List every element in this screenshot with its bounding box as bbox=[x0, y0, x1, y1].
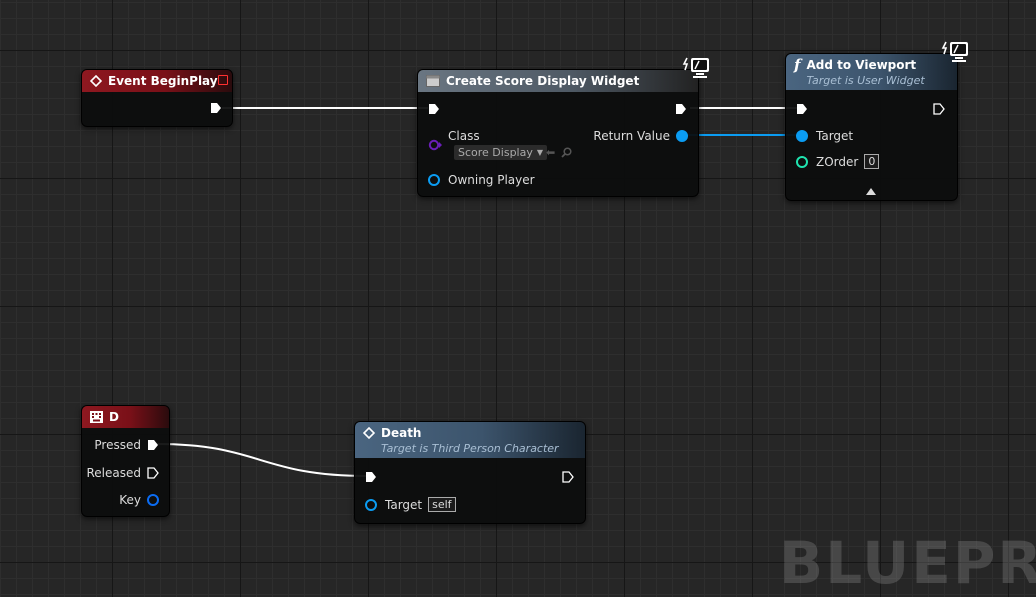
class-label: Class bbox=[448, 129, 480, 143]
owning-player-pin[interactable] bbox=[428, 174, 440, 186]
event-beginplay-title: Event BeginPlay bbox=[108, 74, 218, 88]
exec-in-pin[interactable] bbox=[365, 471, 377, 483]
class-pin-icon[interactable] bbox=[428, 139, 442, 151]
exec-wire-pressed-death[interactable] bbox=[156, 443, 368, 477]
chevron-down-icon: ▼ bbox=[536, 148, 544, 157]
beginplay-exec-out[interactable] bbox=[210, 102, 222, 114]
exec-out-pin[interactable] bbox=[675, 103, 687, 115]
event-diamond-icon bbox=[363, 427, 375, 439]
search-icon[interactable] bbox=[561, 147, 572, 158]
browse-arrow-icon[interactable]: ⬅ bbox=[546, 146, 555, 159]
target-label: Target bbox=[816, 129, 854, 143]
owning-player-label: Owning Player bbox=[448, 173, 535, 187]
blueprint-watermark: BLUEPRIN bbox=[779, 529, 1036, 597]
pressed-pin-row[interactable]: Pressed bbox=[94, 438, 159, 452]
zorder-label: ZOrder bbox=[816, 154, 859, 169]
class-value: Score Display bbox=[458, 146, 533, 159]
death-target-pin[interactable] bbox=[365, 498, 377, 511]
screen-icon bbox=[941, 41, 968, 62]
exec-out-pin[interactable] bbox=[210, 102, 222, 114]
zorder-pin[interactable] bbox=[796, 155, 808, 168]
class-dropdown[interactable]: Score Display ▼ bbox=[454, 145, 548, 160]
death-target-value[interactable]: self bbox=[428, 497, 456, 512]
advanced-arrow-icon[interactable] bbox=[866, 187, 876, 195]
exec-in-pin[interactable] bbox=[428, 103, 440, 115]
key-pin[interactable] bbox=[147, 494, 159, 506]
released-pin-row[interactable]: Released bbox=[86, 466, 159, 480]
released-label: Released bbox=[86, 466, 141, 480]
target-pin-row[interactable]: Target bbox=[796, 129, 853, 143]
key-d-header[interactable]: D bbox=[82, 406, 169, 428]
create-widget-header[interactable]: Create Score Display Widget bbox=[418, 70, 698, 92]
add-to-viewport-node[interactable]: f Add to Viewport Target is User Widget … bbox=[785, 53, 958, 201]
death-title: Death bbox=[381, 426, 422, 440]
add-to-viewport-subtitle: Target is User Widget bbox=[806, 74, 925, 87]
add-to-viewport-title: Add to Viewport bbox=[806, 58, 917, 72]
exec-out-pin[interactable] bbox=[562, 471, 574, 483]
zorder-pin-row[interactable]: ZOrder 0 bbox=[796, 154, 880, 169]
key-label: Key bbox=[119, 493, 141, 507]
return-value-pin[interactable] bbox=[676, 130, 688, 142]
exec-out-pin[interactable] bbox=[147, 439, 159, 451]
event-beginplay-header[interactable]: Event BeginPlay bbox=[82, 70, 232, 92]
death-target-row[interactable]: Target self bbox=[365, 497, 456, 512]
event-beginplay-node[interactable]: Event BeginPlay bbox=[81, 69, 233, 127]
add-to-viewport-header[interactable]: f Add to Viewport Target is User Widget bbox=[786, 54, 957, 90]
screen-icon bbox=[682, 57, 709, 78]
death-header[interactable]: Death Target is Third Person Character bbox=[355, 422, 585, 458]
exec-out-pin[interactable] bbox=[933, 103, 945, 115]
death-node[interactable]: Death Target is Third Person Character T… bbox=[354, 421, 586, 524]
owning-player-row[interactable]: Owning Player bbox=[428, 173, 535, 187]
delegate-pin[interactable] bbox=[218, 75, 228, 85]
keyboard-icon bbox=[90, 411, 103, 423]
create-widget-node[interactable]: Create Score Display Widget Class Score … bbox=[417, 69, 699, 197]
event-diamond-icon bbox=[90, 75, 102, 87]
zorder-input[interactable]: 0 bbox=[864, 154, 880, 169]
key-pin-row[interactable]: Key bbox=[119, 493, 159, 507]
key-d-title: D bbox=[109, 410, 119, 424]
death-subtitle: Target is Third Person Character bbox=[381, 442, 559, 455]
target-pin[interactable] bbox=[796, 130, 808, 142]
key-d-node[interactable]: D Pressed Released Key bbox=[81, 405, 170, 517]
pressed-label: Pressed bbox=[94, 438, 141, 452]
exec-out-pin[interactable] bbox=[147, 467, 159, 479]
death-target-label: Target bbox=[385, 497, 423, 512]
return-value-label: Return Value bbox=[593, 129, 670, 143]
exec-in-pin[interactable] bbox=[796, 103, 808, 115]
return-value-row[interactable]: Return Value bbox=[593, 129, 688, 143]
function-f-icon: f bbox=[794, 56, 801, 74]
widget-icon bbox=[426, 75, 440, 87]
create-widget-title: Create Score Display Widget bbox=[446, 74, 640, 88]
